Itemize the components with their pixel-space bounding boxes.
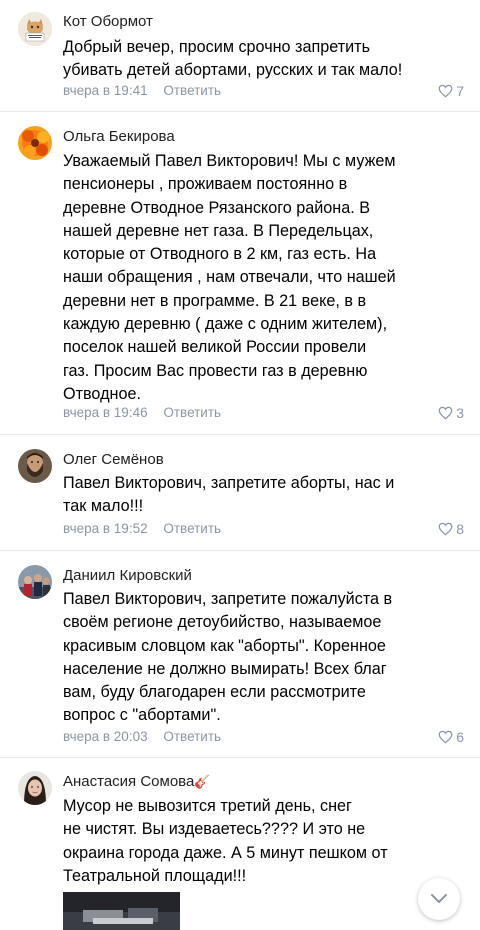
comment-text-line: окраина города даже. А 5 минут пешком от — [63, 843, 388, 862]
comment-text: Павел Викторович, запретите аборты, нас … — [63, 472, 453, 519]
comment-meta: вчера в 19:46 Ответить — [63, 405, 221, 420]
comment-text-line: нашей деревне нет газа. В Передельцах, — [63, 221, 374, 240]
heart-icon — [438, 730, 453, 744]
comment-author[interactable]: Анастасия Сомова🎸 — [63, 773, 211, 790]
heart-icon — [438, 84, 453, 98]
divider — [0, 550, 480, 551]
like-count: 8 — [456, 521, 464, 537]
comment-time: вчера в 19:41 — [63, 83, 148, 98]
comment-text-line: деревни нет в программе. В 21 веке, в в — [63, 291, 367, 310]
heart-icon — [438, 522, 453, 536]
reply-button[interactable]: Ответить — [163, 521, 221, 536]
comment-text: Павел Викторович, запретите пожалуйста в… — [63, 588, 453, 728]
comment-text-line: Театральной площади!!! — [63, 866, 247, 885]
comment-author[interactable]: Ольга Бекирова — [63, 128, 175, 145]
divider — [0, 111, 480, 112]
comment-text-line: Уважаемый Павел Викторович! Мы с мужем — [63, 152, 396, 170]
reply-button[interactable]: Ответить — [163, 405, 221, 420]
comment-time: вчера в 19:46 — [63, 405, 148, 420]
chevron-down-icon — [431, 894, 447, 903]
divider — [0, 434, 480, 435]
like-count: 3 — [456, 405, 464, 421]
comment-text-line: Добрый вечер, просим срочно запретить — [63, 38, 371, 56]
like-button[interactable]: 3 — [438, 405, 464, 421]
guitar-emoji: 🎸 — [194, 774, 211, 789]
like-count: 7 — [456, 83, 464, 99]
group-photo-avatar[interactable] — [18, 565, 52, 599]
comment-time: вчера в 20:03 — [63, 729, 148, 744]
comment-text-line: население не должно вымирать! Всех благ — [63, 659, 387, 678]
comment-author-name: Анастасия Сомова — [63, 773, 195, 790]
reply-button[interactable]: Ответить — [163, 729, 221, 744]
woman-avatar[interactable] — [18, 771, 52, 805]
comment-text-line: своём регионе детоубийство, называемое — [63, 613, 382, 632]
flower-avatar[interactable] — [18, 126, 52, 160]
cat-avatar[interactable] — [18, 12, 52, 46]
like-button[interactable]: 6 — [438, 729, 464, 745]
comment-author[interactable]: Кот Обормот — [63, 13, 153, 30]
comment-text-line: вам, буду благодарен если рассмотрите — [63, 683, 366, 702]
comment-text-line: газ. Просим Вас провести газ в деревню — [63, 361, 368, 380]
comment-text-line: Отводное. — [63, 384, 141, 403]
like-count: 6 — [456, 729, 464, 745]
attached-photo[interactable] — [63, 892, 180, 930]
comment-text-line: Павел Викторович, запретите аборты, нас … — [63, 474, 395, 492]
comment-text-line: убивать детей абортами, русских и так ма… — [63, 61, 403, 80]
scroll-down-button[interactable] — [418, 878, 460, 920]
comment-text-line: поселок нашей великой России провели — [63, 338, 367, 357]
bearded-man-avatar[interactable] — [18, 449, 52, 483]
like-button[interactable]: 7 — [438, 83, 464, 99]
comment-meta: вчера в 19:52 Ответить — [63, 521, 221, 536]
comment-meta: вчера в 20:03 Ответить — [63, 729, 221, 744]
comment-text-line: не чистят. Вы издеваетесь???? И это не — [63, 820, 366, 839]
comment-text: Уважаемый Павел Викторович! Мы с мужем п… — [63, 150, 453, 406]
comment-text-line: каждую деревню ( даже с одним жителем), — [63, 315, 388, 334]
comment-text-line: наши обращения , нам отвечали, что нашей — [63, 268, 396, 287]
comment-author[interactable]: Олег Семёнов — [63, 451, 164, 468]
comment-meta: вчера в 19:41 Ответить — [63, 83, 221, 98]
comment-text-line: пенсионеры , проживаем постоянно в — [63, 175, 348, 194]
comment-text: Мусор не вывозится третий день, снег не … — [63, 795, 453, 888]
comment-text-line: Павел Викторович, запретите пожалуйста в — [63, 590, 393, 608]
comment-text-line: вопрос с "абортами". — [63, 706, 221, 725]
comment-text-line: которые от Отводного в 2 км, газ есть. Н… — [63, 245, 377, 264]
comment-time: вчера в 19:52 — [63, 521, 148, 536]
comment-author[interactable]: Даниил Кировский — [63, 567, 192, 584]
heart-icon — [438, 406, 453, 420]
comment-text-line: деревне Отводное Рязанского района. В — [63, 198, 371, 217]
divider — [0, 757, 480, 758]
comment-text-line: так мало!!! — [63, 497, 144, 516]
like-button[interactable]: 8 — [438, 521, 464, 537]
reply-button[interactable]: Ответить — [163, 83, 221, 98]
comment-text-line: Мусор не вывозится третий день, снег — [63, 797, 352, 815]
comment-text-line: красивым словцом как "аборты". Коренное — [63, 636, 386, 655]
comment-text: Добрый вечер, просим срочно запретить уб… — [63, 36, 453, 83]
